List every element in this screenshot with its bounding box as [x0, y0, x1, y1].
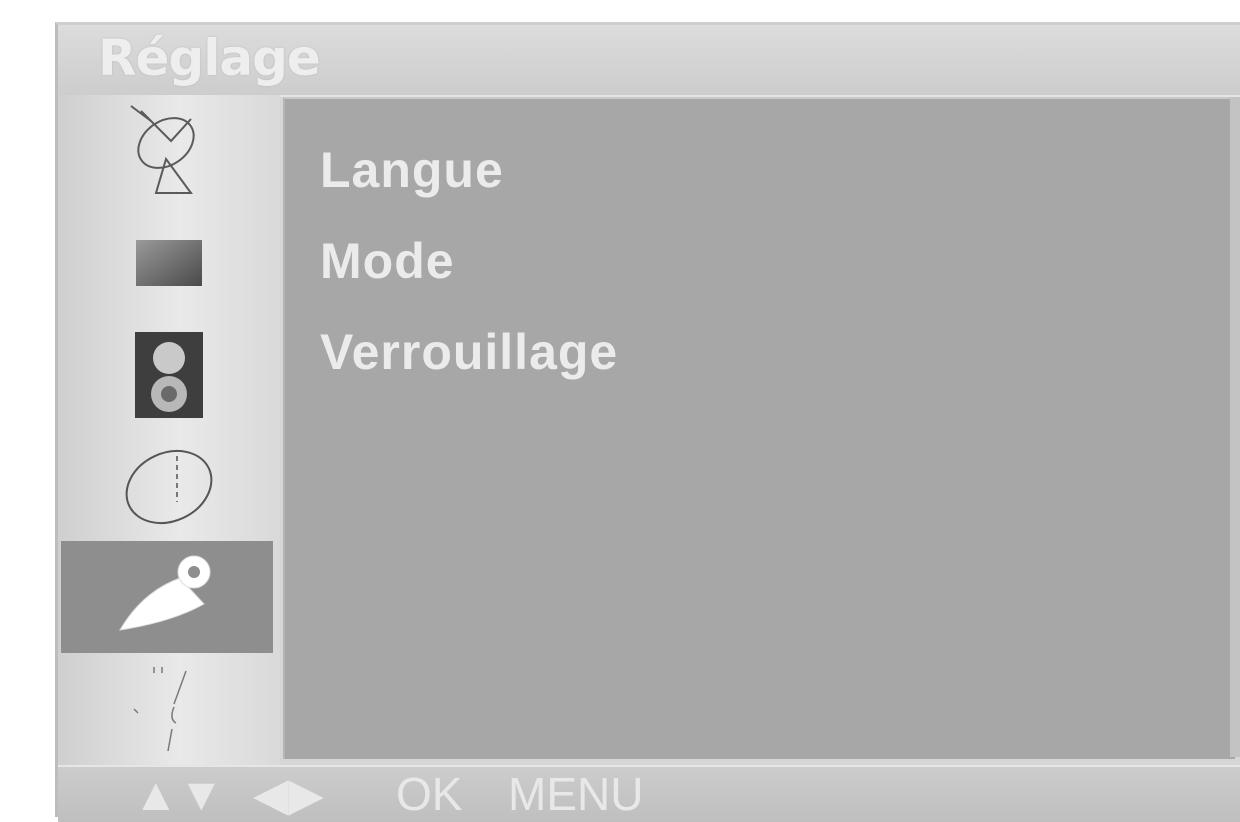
picture-icon — [136, 240, 202, 286]
up-down-arrows-icon: ▲▼ — [133, 768, 225, 820]
menu-item-langue[interactable]: Langue — [320, 139, 618, 230]
wrench-icon — [119, 555, 211, 631]
options-icon — [133, 667, 187, 752]
sidebar-item-setup[interactable] — [61, 541, 273, 653]
menu-panel: Langue Mode Verrouillage — [283, 97, 1235, 759]
satellite-dish-icon — [130, 105, 195, 194]
ok-hint: OK — [396, 768, 463, 820]
clock-icon — [125, 450, 213, 524]
osd-window: Réglage Langue Mode Verrouillage ▲▼ ◀▶ O… — [55, 22, 1240, 822]
menu-hint: MENU — [508, 768, 644, 820]
speaker-icon — [135, 332, 203, 418]
menu-item-mode[interactable]: Mode — [320, 230, 618, 321]
left-right-arrows-icon: ◀▶ — [253, 768, 324, 820]
sidebar-item-satellite[interactable] — [58, 95, 280, 207]
sidebar-item-sound[interactable] — [58, 319, 280, 431]
panel-edge — [1230, 97, 1240, 757]
title-bar: Réglage — [58, 25, 1240, 97]
navigation-hint-bar: ▲▼ ◀▶ OK MENU — [58, 765, 1240, 822]
sidebar — [58, 95, 280, 765]
menu-list: Langue Mode Verrouillage — [320, 139, 618, 412]
sidebar-item-picture[interactable] — [58, 207, 280, 319]
menu-item-verrouillage[interactable]: Verrouillage — [320, 321, 618, 412]
sidebar-item-option[interactable] — [58, 653, 280, 765]
sidebar-item-time[interactable] — [58, 431, 280, 543]
page-title: Réglage — [98, 29, 321, 87]
